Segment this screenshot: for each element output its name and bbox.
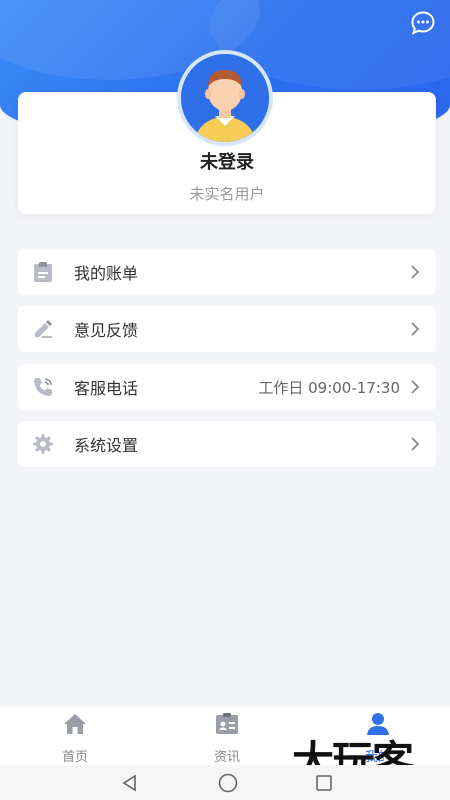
edit-icon [32, 318, 54, 340]
chevron-right-icon [411, 380, 420, 394]
avatar[interactable] [177, 50, 273, 146]
tab-label: 首页 [61, 750, 88, 765]
verification-status: 未实名用户 [189, 185, 265, 203]
chevron-right-icon [411, 265, 420, 279]
avatar-image [181, 54, 269, 142]
menu-item-label: 意见反馈 [74, 321, 139, 340]
tab-home[interactable]: 首页 [35, 712, 115, 765]
home-button-icon[interactable] [217, 772, 239, 794]
system-navigation-bar [0, 765, 450, 800]
clipboard-icon [32, 261, 54, 283]
gear-icon [32, 433, 54, 455]
menu-item-customer-service[interactable]: 客服电话 工作日 09:00-17:30 [18, 364, 436, 410]
home-icon [64, 714, 86, 734]
menu-item-label: 我的账单 [74, 264, 139, 283]
menu-item-feedback[interactable]: 意见反馈 [18, 306, 436, 352]
menu-item-settings[interactable]: 系统设置 [18, 421, 436, 467]
person-illustration-icon [181, 54, 269, 142]
phone-icon [32, 376, 54, 398]
menu-item-label: 系统设置 [74, 436, 139, 455]
back-icon[interactable] [120, 773, 140, 793]
news-icon [216, 713, 238, 734]
recents-icon[interactable] [314, 773, 334, 793]
username: 未登录 [200, 152, 254, 173]
chevron-right-icon [411, 322, 420, 336]
service-hours: 工作日 09:00-17:30 [258, 378, 400, 397]
message-icon[interactable] [410, 10, 436, 36]
menu-item-label: 客服电话 [74, 379, 139, 398]
tab-label: 资讯 [213, 750, 240, 765]
tab-news[interactable]: 资讯 [187, 712, 267, 765]
chevron-right-icon [411, 437, 420, 451]
menu-item-bills[interactable]: 我的账单 [18, 249, 436, 295]
